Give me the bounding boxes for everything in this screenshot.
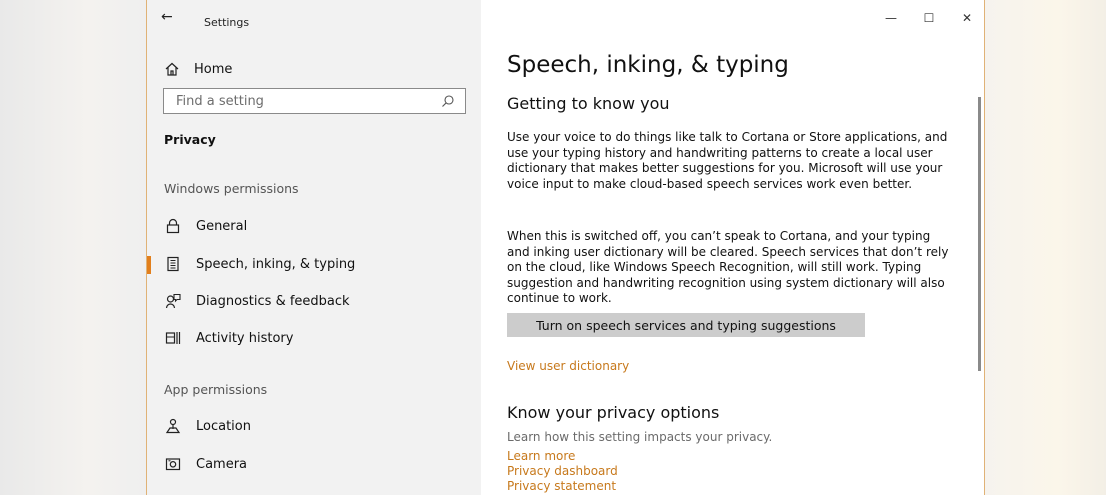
feedback-icon [165,293,181,309]
sidebar-item-label: Diagnostics & feedback [196,293,350,309]
sidebar: ← Settings Home Find a setting Privacy W… [147,0,481,495]
sidebar-item-diagnostics-feedback[interactable]: Diagnostics & feedback [147,286,481,316]
section-title: Privacy [164,132,216,147]
home-icon [164,61,180,77]
content-pane: — ☐ ✕ Speech, inking, & typing Getting t… [481,0,984,495]
sidebar-item-general[interactable]: General [147,211,481,241]
camera-icon [165,456,181,472]
search-input[interactable]: Find a setting [163,88,466,114]
app-permissions-heading: App permissions [164,382,268,397]
maximize-icon[interactable]: ☐ [910,6,948,30]
sidebar-item-location[interactable]: Location [147,411,481,441]
activity-icon [165,330,181,346]
sidebar-item-camera[interactable]: Camera [147,449,481,479]
desktop-background-right [985,0,1106,495]
app-title: Settings [204,16,250,29]
sidebar-item-label: Location [196,418,251,434]
location-icon [165,418,181,434]
sidebar-item-label: General [196,218,248,234]
page-title: Speech, inking, & typing [507,52,789,78]
sidebar-item-label: Activity history [196,330,294,346]
turn-on-speech-services-button[interactable]: Turn on speech services and typing sugge… [507,313,865,337]
sidebar-item-activity-history[interactable]: Activity history [147,323,481,353]
home-nav-item[interactable]: Home [164,59,232,79]
view-user-dictionary-link[interactable]: View user dictionary [507,359,629,373]
search-icon[interactable] [441,94,455,108]
settings-window: ← Settings Home Find a setting Privacy W… [146,0,985,495]
section-heading-privacy-options: Know your privacy options [507,403,720,422]
warning-paragraph: When this is switched off, you can’t spe… [507,229,949,305]
privacy-dashboard-link[interactable]: Privacy dashboard [507,464,618,478]
lock-icon [165,218,181,234]
desktop-background-left [0,0,146,495]
sidebar-item-speech-inking-typing[interactable]: Speech, inking, & typing [147,249,481,279]
sidebar-item-label: Camera [196,456,248,472]
section-heading-getting-to-know-you: Getting to know you [507,94,670,113]
learn-more-link[interactable]: Learn more [507,449,575,463]
notebook-icon [165,256,181,272]
window-controls: — ☐ ✕ [872,6,984,30]
minimize-icon[interactable]: — [872,6,910,30]
back-arrow-icon[interactable]: ← [161,9,173,25]
home-label: Home [194,61,233,77]
windows-permissions-heading: Windows permissions [164,181,299,196]
sidebar-item-label: Speech, inking, & typing [196,256,356,272]
search-placeholder: Find a setting [176,94,264,109]
description-paragraph: Use your voice to do things like talk to… [507,130,948,191]
vertical-scrollbar[interactable] [978,97,981,371]
close-icon[interactable]: ✕ [948,6,984,30]
privacy-statement-link[interactable]: Privacy statement [507,479,616,493]
privacy-description: Learn how this setting impacts your priv… [507,430,773,444]
